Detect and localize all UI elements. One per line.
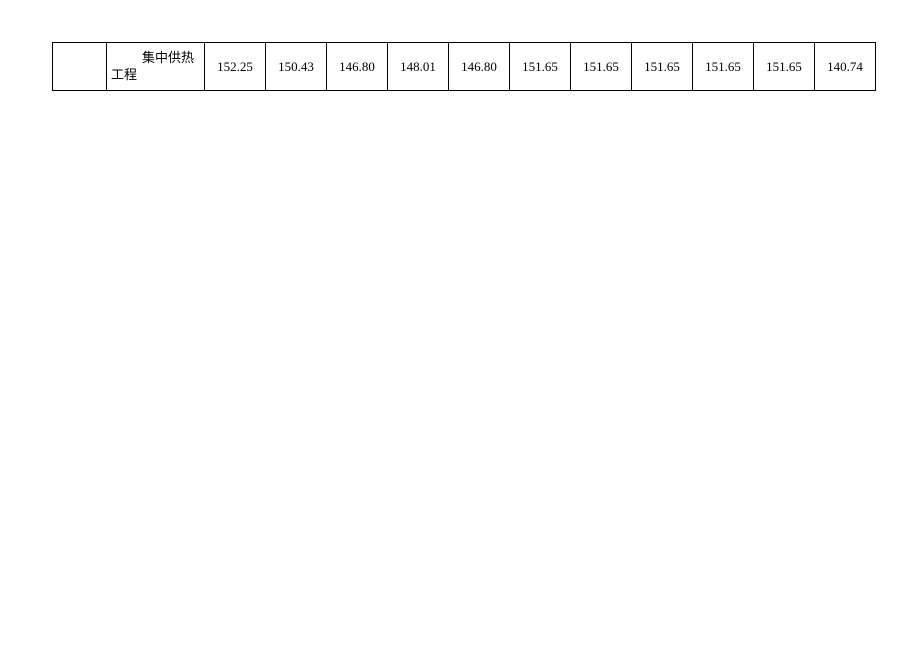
row-index-cell — [53, 43, 107, 91]
value-cell: 148.01 — [388, 43, 449, 91]
value-cell: 140.74 — [815, 43, 876, 91]
value-cell: 152.25 — [205, 43, 266, 91]
value-cell: 151.65 — [754, 43, 815, 91]
row-label-cell: 集中供热 工程 — [107, 43, 205, 91]
value-cell: 146.80 — [327, 43, 388, 91]
value-cell: 151.65 — [571, 43, 632, 91]
table-container: 集中供热 工程 152.25 150.43 146.80 148.01 146.… — [52, 42, 868, 91]
label-line-2: 工程 — [109, 67, 202, 84]
value-cell: 151.65 — [693, 43, 754, 91]
value-cell: 151.65 — [632, 43, 693, 91]
table-row: 集中供热 工程 152.25 150.43 146.80 148.01 146.… — [53, 43, 876, 91]
value-cell: 146.80 — [449, 43, 510, 91]
value-cell: 150.43 — [266, 43, 327, 91]
data-table: 集中供热 工程 152.25 150.43 146.80 148.01 146.… — [52, 42, 876, 91]
label-line-1: 集中供热 — [109, 50, 202, 67]
value-cell: 151.65 — [510, 43, 571, 91]
